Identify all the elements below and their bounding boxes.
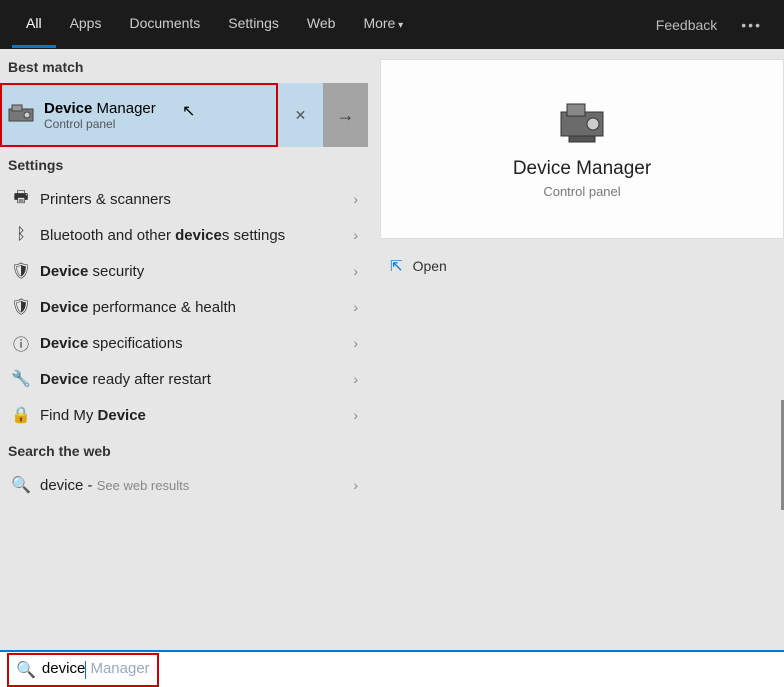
chevron-right-icon: › xyxy=(353,371,358,387)
search-typed-text: device xyxy=(42,660,85,677)
settings-item-0[interactable]: 🖶 Printers & scanners› xyxy=(0,181,368,217)
settings-item-label: Device performance & health xyxy=(40,299,353,316)
chevron-right-icon: › xyxy=(353,263,358,279)
settings-item-icon: 🔧 xyxy=(10,369,32,389)
open-label: Open xyxy=(413,258,447,274)
settings-item-1[interactable]: ᛒ Bluetooth and other devices settings› xyxy=(0,217,368,253)
settings-item-icon: ⓘ xyxy=(10,331,32,355)
settings-item-icon: 🔒 xyxy=(10,405,32,425)
feedback-link[interactable]: Feedback xyxy=(656,17,717,33)
settings-item-icon: 🛡 xyxy=(10,261,32,281)
best-match-title: Device Manager xyxy=(44,100,156,117)
options-icon[interactable]: ••• xyxy=(741,17,762,33)
settings-item-icon: 🖶 xyxy=(10,186,32,213)
settings-item-5[interactable]: 🔧 Device ready after restart› xyxy=(0,361,368,397)
open-action[interactable]: ⇱ Open xyxy=(380,257,784,275)
settings-item-label: Printers & scanners xyxy=(40,191,353,208)
tab-settings[interactable]: Settings xyxy=(214,1,293,48)
settings-item-label: Device security xyxy=(40,263,353,280)
web-result-label: device - See web results xyxy=(40,477,353,494)
settings-item-4[interactable]: ⓘ Device specifications› xyxy=(0,325,368,361)
tab-documents[interactable]: Documents xyxy=(115,1,214,48)
section-best-match: Best match xyxy=(0,49,368,83)
search-icon: 🔍 xyxy=(10,475,32,495)
chevron-right-icon: › xyxy=(353,299,358,315)
search-icon: 🔍 xyxy=(16,660,36,680)
close-icon[interactable]: ✕ xyxy=(278,83,323,147)
preview-subtitle: Control panel xyxy=(543,184,620,199)
web-result-item[interactable]: 🔍 device - See web results › xyxy=(0,467,368,503)
settings-item-label: Bluetooth and other devices settings xyxy=(40,227,353,244)
settings-item-label: Device specifications xyxy=(40,335,353,352)
cursor-icon: ↖ xyxy=(182,101,195,121)
chevron-right-icon: › xyxy=(353,407,358,423)
chevron-right-icon: › xyxy=(353,191,358,207)
preview-pane: Device Manager Control panel ⇱ Open xyxy=(368,49,784,650)
search-bar[interactable]: 🔍 device Manager xyxy=(0,650,784,687)
open-icon: ⇱ xyxy=(390,257,403,275)
chevron-right-icon: › xyxy=(353,477,358,493)
chevron-right-icon: › xyxy=(353,227,358,243)
best-match-item[interactable]: Device Manager Control panel ↖ xyxy=(0,83,278,147)
settings-item-icon: 🛡 xyxy=(10,297,32,317)
tab-apps[interactable]: Apps xyxy=(56,1,116,48)
best-match-subtitle: Control panel xyxy=(44,117,156,131)
settings-item-label: Device ready after restart xyxy=(40,371,353,388)
preview-title: Device Manager xyxy=(513,158,651,180)
settings-item-label: Find My Device xyxy=(40,407,353,424)
results-pane: Best match Device Manager Control panel … xyxy=(0,49,368,650)
expand-arrow-icon[interactable]: → xyxy=(323,83,368,147)
section-search-web: Search the web xyxy=(0,433,368,467)
device-manager-large-icon xyxy=(555,100,609,146)
tab-more[interactable]: More xyxy=(349,1,417,48)
settings-item-icon: ᛒ xyxy=(10,226,32,244)
section-settings: Settings xyxy=(0,147,368,181)
tab-web[interactable]: Web xyxy=(293,1,350,48)
preview-card: Device Manager Control panel xyxy=(380,59,784,239)
chevron-right-icon: › xyxy=(353,335,358,351)
settings-item-6[interactable]: 🔒 Find My Device› xyxy=(0,397,368,433)
search-suggestion-text: Manager xyxy=(86,660,149,677)
top-tab-bar: All Apps Documents Settings Web More Fee… xyxy=(0,0,784,49)
settings-item-3[interactable]: 🛡 Device performance & health› xyxy=(0,289,368,325)
device-manager-icon xyxy=(6,100,36,130)
tab-all[interactable]: All xyxy=(12,1,56,48)
settings-item-2[interactable]: 🛡 Device security› xyxy=(0,253,368,289)
